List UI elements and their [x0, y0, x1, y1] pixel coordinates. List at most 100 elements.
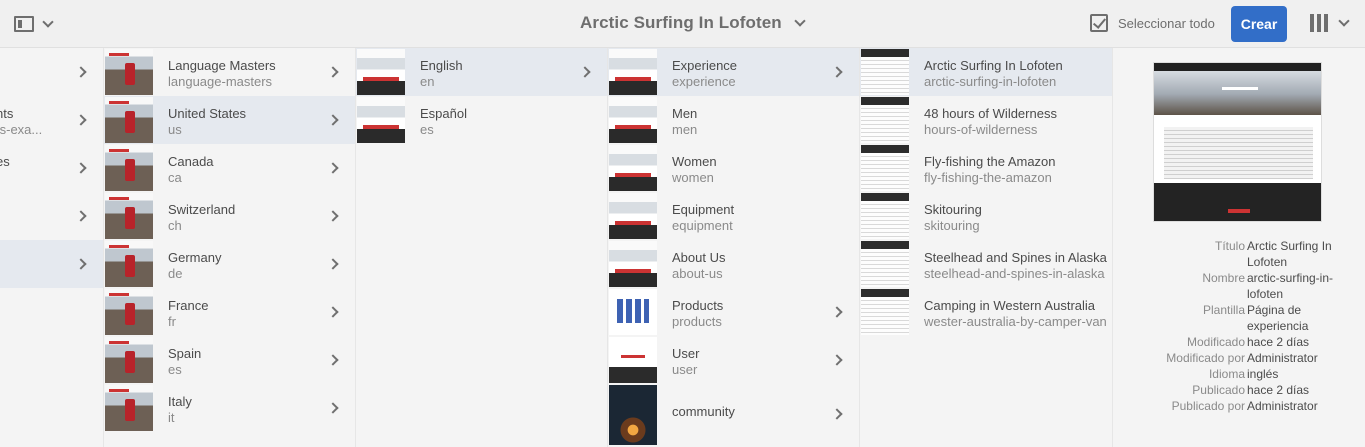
chevron-right-icon [831, 354, 843, 366]
item-title: Germany [168, 250, 222, 265]
item-name: language-masters [168, 74, 273, 89]
item-name: hours-of-wilderness [924, 122, 1038, 137]
column-languages: English en Español es [356, 48, 608, 447]
item-title: Canada [168, 154, 214, 169]
page-thumbnail [105, 241, 153, 287]
chevron-right-icon [831, 408, 843, 420]
item-name: skitouring [924, 218, 980, 233]
column-item-men[interactable]: Men men [608, 96, 859, 144]
item-name: de [168, 266, 183, 281]
chevron-right-icon [327, 162, 339, 174]
chevron-right-icon [327, 210, 339, 222]
item-name: about-us [672, 266, 723, 281]
item-name: es [420, 122, 434, 137]
chevron-right-icon [75, 162, 87, 174]
column-sites: Language Masters language-masters United… [104, 48, 356, 447]
item-title: Men [672, 106, 698, 121]
item-name: us [168, 122, 182, 137]
column-item-france[interactable]: France fr [104, 288, 355, 336]
rail-toggle-button[interactable] [14, 14, 56, 34]
column-item-espanol[interactable]: Español es [356, 96, 607, 144]
page-thumbnail [105, 193, 153, 239]
column-item-skitouring[interactable]: Skitouring skitouring [860, 192, 1112, 240]
column-item-about-us[interactable]: About Us about-us [608, 240, 859, 288]
page-thumbnail [609, 97, 657, 143]
page-thumbnail [357, 49, 405, 95]
page-thumbnail [861, 289, 909, 335]
chevron-right-icon [75, 210, 87, 222]
column-item-experience[interactable]: Experience experience [608, 48, 859, 96]
column-item-spain[interactable]: Spain es [104, 336, 355, 384]
chevron-down-icon [794, 15, 806, 27]
column-item-equipment[interactable]: Equipment equipment [608, 192, 859, 240]
chevron-right-icon [75, 258, 87, 270]
page-thumbnail [861, 49, 909, 95]
chevron-right-icon [327, 306, 339, 318]
column-item-arctic-surfing[interactable]: Arctic Surfing In Lofoten arctic-surfing… [860, 48, 1112, 96]
item-name: user [672, 362, 698, 377]
column-item[interactable] [0, 48, 103, 96]
item-name: en [420, 74, 435, 89]
column-item-selected[interactable] [0, 240, 103, 288]
item-title: es [0, 154, 10, 169]
column-item-united-states[interactable]: United States us [104, 96, 355, 144]
page-thumbnail [105, 337, 153, 383]
item-title: Products [672, 298, 724, 313]
page-thumbnail [609, 145, 657, 191]
page-thumbnail [609, 385, 657, 445]
column-item-48-hours[interactable]: 48 hours of Wilderness hours-of-wilderne… [860, 96, 1112, 144]
action-bar: Arctic Surfing In Lofoten Seleccionar to… [0, 0, 1365, 48]
column-item[interactable] [0, 192, 103, 240]
page-title: Arctic Surfing In Lofoten [580, 13, 782, 32]
item-title: User [672, 346, 700, 361]
page-thumbnail [609, 337, 657, 383]
column-item[interactable]: nts ts-exa... [0, 96, 103, 144]
chevron-right-icon [327, 114, 339, 126]
preview-panel: Título Arctic Surfing In Lofoten Nombre … [1113, 48, 1365, 447]
page-title-dropdown[interactable]: Arctic Surfing In Lofoten [580, 13, 806, 33]
item-title: English [420, 58, 463, 73]
item-name: es [168, 362, 182, 377]
column-item-women[interactable]: Women women [608, 144, 859, 192]
page-thumbnail [609, 49, 657, 95]
item-name: ch [168, 218, 182, 233]
chevron-right-icon [831, 306, 843, 318]
item-title: Camping in Western Australia [924, 298, 1096, 313]
chevron-right-icon [75, 114, 87, 126]
column-item-germany[interactable]: Germany de [104, 240, 355, 288]
item-title: Fly-fishing the Amazon [924, 154, 1056, 169]
create-button[interactable]: Crear [1231, 6, 1287, 42]
item-title: France [168, 298, 209, 313]
item-name: fly-fishing-the-amazon [924, 170, 1052, 185]
page-thumbnail [609, 193, 657, 239]
page-thumbnail [861, 241, 909, 287]
page-thumbnail [609, 289, 657, 335]
column-item-camping[interactable]: Camping in Western Australia wester-aust… [860, 288, 1112, 336]
item-name: fr [168, 314, 176, 329]
rail-toggle-icon [14, 16, 34, 32]
chevron-right-icon [831, 66, 843, 78]
page-thumbnail [105, 289, 153, 335]
item-name: experience [672, 74, 736, 89]
select-all-button[interactable]: Seleccionar todo [1090, 14, 1215, 32]
column-item-user[interactable]: User user [608, 336, 859, 384]
column-item-english[interactable]: English en [356, 48, 607, 96]
column-item-fly-fishing[interactable]: Fly-fishing the Amazon fly-fishing-the-a… [860, 144, 1112, 192]
view-switcher[interactable] [1310, 14, 1350, 32]
chevron-down-icon [42, 16, 54, 28]
column-item[interactable]: es [0, 144, 103, 192]
page-thumbnail [105, 145, 153, 191]
page-thumbnail [861, 193, 909, 239]
page-thumbnail [105, 97, 153, 143]
column-item-language-masters[interactable]: Language Masters language-masters [104, 48, 355, 96]
column-item-italy[interactable]: Italy it [104, 384, 355, 432]
column-item-canada[interactable]: Canada ca [104, 144, 355, 192]
chevron-right-icon [75, 66, 87, 78]
item-title: Switzerland [168, 202, 236, 217]
column-item-products[interactable]: Products products [608, 288, 859, 336]
column-item-switzerland[interactable]: Switzerland ch [104, 192, 355, 240]
select-all-label: Seleccionar todo [1118, 15, 1215, 31]
column-item-steelhead[interactable]: Steelhead and Spines in Alaska steelhead… [860, 240, 1112, 288]
item-name: steelhead-and-spines-in-alaska [924, 266, 1105, 281]
column-item-community[interactable]: community [608, 384, 859, 446]
